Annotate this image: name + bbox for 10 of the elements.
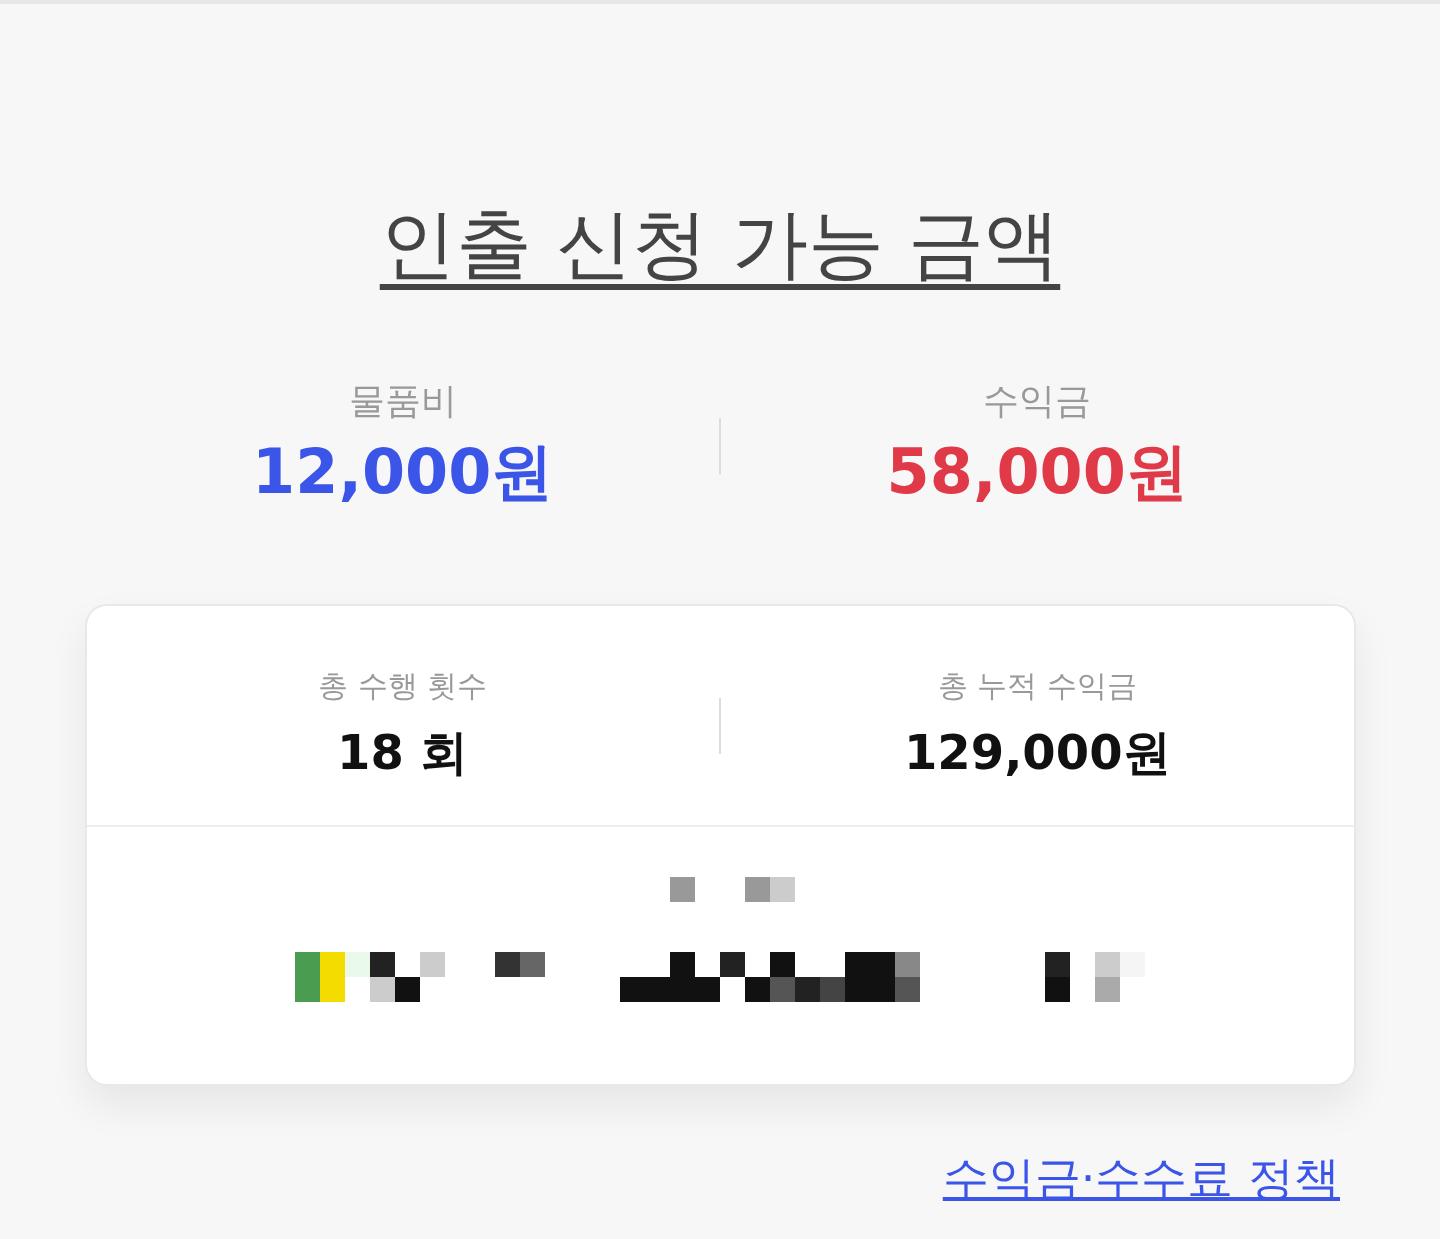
page-title: 인출 신청 가능 금액 xyxy=(379,198,1061,290)
summary-label: 총 수행 횟수 xyxy=(318,667,488,705)
balance-label: 물품비 xyxy=(348,379,457,423)
policy-link[interactable]: 수익금·수수료 정책 xyxy=(942,1148,1340,1210)
summary-label: 총 누적 수익금 xyxy=(937,667,1137,705)
summary-value: 18 회 xyxy=(337,723,469,782)
balance-label: 수익금 xyxy=(983,379,1092,423)
balance-amount: 58,000원 xyxy=(886,434,1188,510)
balance-amount: 12,000원 xyxy=(252,434,554,510)
summary-value: 129,000원 xyxy=(903,723,1171,782)
